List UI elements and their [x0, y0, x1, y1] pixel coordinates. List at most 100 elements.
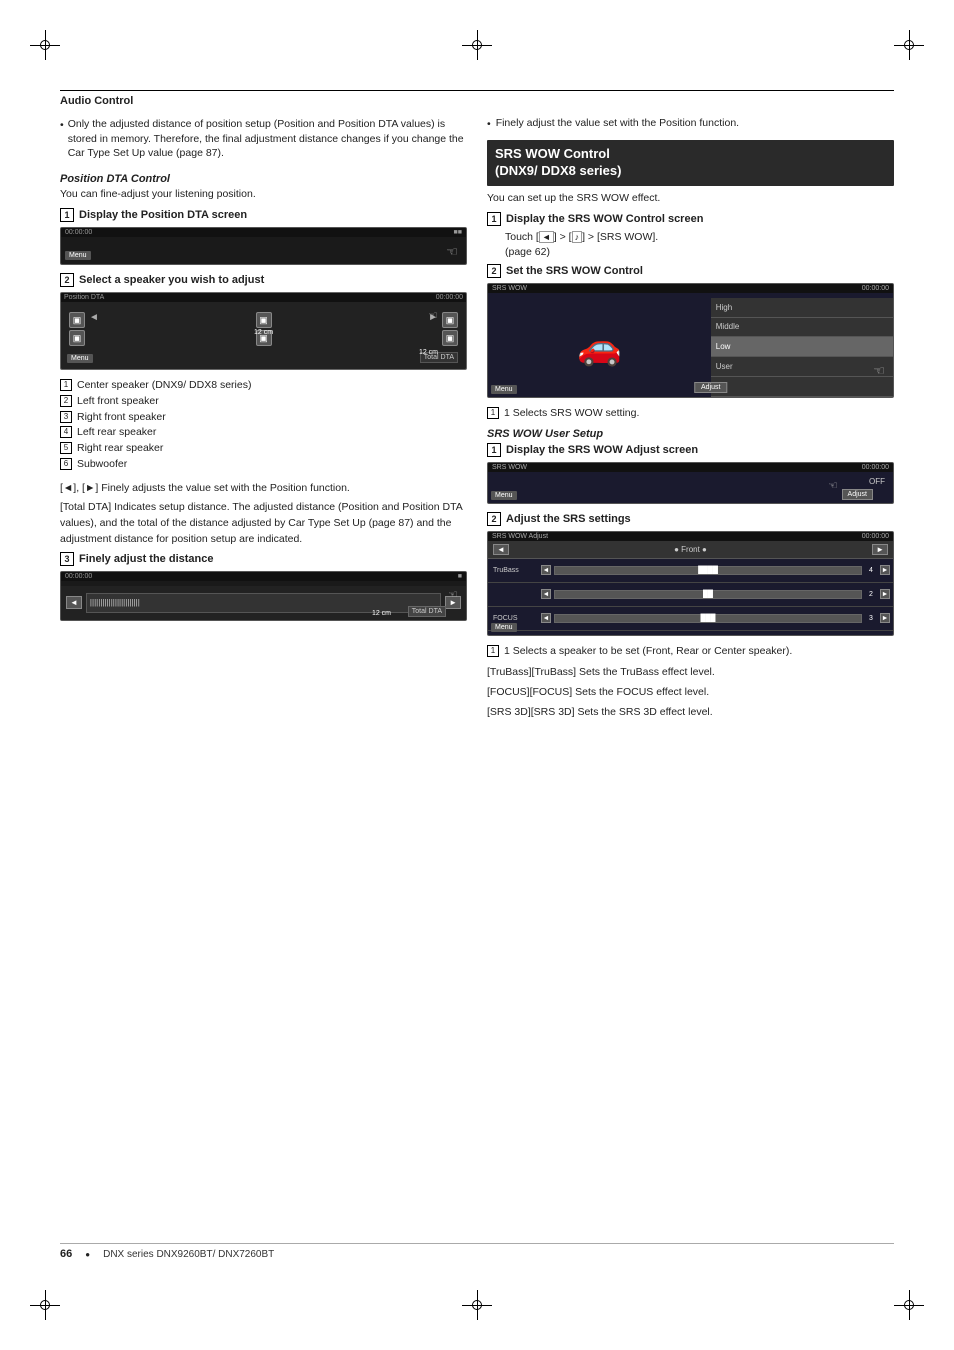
srs-ustep1-heading: 1 Display the SRS WOW Adjust screen [487, 443, 894, 457]
srs-step2-label: Set the SRS WOW Control [506, 265, 643, 277]
screen-pos-dta-2: Position DTA 00:00:00 ▣ ▣ ▣ ▣ ▣ ▣ ◄ [60, 292, 467, 370]
adjust-btn[interactable]: Adjust [694, 382, 727, 393]
footer-bullet: ● [85, 1250, 90, 1259]
srs3d-desc: [SRS 3D][SRS 3D] Sets the SRS 3D effect … [487, 705, 894, 721]
item-num-4: 4 [60, 426, 72, 438]
page-content: Audio Control • Only the adjusted distan… [60, 90, 894, 1260]
section-title: Audio Control [60, 95, 133, 107]
speaker-center: ▣ [256, 312, 272, 328]
page-number: 66 [60, 1248, 72, 1260]
focus-label: FOCUS [488, 615, 538, 622]
srs-adjust-header: SRS WOW 00:00:00 [488, 463, 893, 472]
srs-screen-header: SRS WOW 00:00:00 [488, 284, 893, 293]
dist1: 12 cm [254, 329, 273, 336]
reg-mark-br [894, 1290, 924, 1320]
trubass-next2[interactable]: ► [880, 589, 890, 599]
spk-next-btn[interactable]: ► [872, 544, 888, 555]
left-column: • Only the adjusted distance of position… [60, 117, 467, 725]
screen-distance: 00:00:00 ■ ◄ |||||||||||||||||||||||| ► … [60, 571, 467, 621]
srs-desc: You can set up the SRS WOW effect. [487, 192, 894, 204]
srs3d-row: SRS 3D ◄ ██ 2 ► [488, 631, 893, 636]
position-dta-title: Position DTA Control [60, 173, 467, 185]
speaker-rr: ▣ [442, 330, 458, 346]
srs-title-line1: SRS WOW Control [495, 146, 610, 161]
touch-icon-2: ☜ [428, 309, 438, 322]
trubass-prev2[interactable]: ◄ [541, 589, 551, 599]
section-header: Audio Control [60, 90, 894, 107]
srs-note1: 1 1 Selects SRS WOW setting. [487, 406, 894, 422]
srs-user-setup-title: SRS WOW User Setup [487, 428, 894, 440]
srs-option-high[interactable]: High [711, 298, 893, 318]
settings-menu-btn[interactable]: Menu [491, 623, 517, 632]
trubass-row: TruBass ◄ ████ 4 ► [488, 559, 893, 583]
srs-option-middle[interactable]: Middle [711, 318, 893, 338]
screen2-title: Position DTA [64, 294, 104, 301]
step1-heading: 1 Display the Position DTA screen [60, 208, 467, 222]
trubass-prev[interactable]: ◄ [541, 565, 551, 575]
settings-note1-num: 1 [487, 645, 499, 657]
srs-adjust-screen: SRS WOW 00:00:00 OFF Adjust ☜ Menu [487, 462, 894, 504]
btn-prev[interactable]: ◄ [66, 596, 82, 609]
srs-option-user[interactable]: User [711, 357, 893, 377]
adj-touch-icon: ☜ [828, 479, 838, 492]
touch-instr: Touch [◄] > [♪] > [SRS WOW]. [505, 231, 894, 243]
srs-option-low[interactable]: Low [711, 337, 893, 357]
position-note: • Only the adjusted distance of position… [60, 117, 467, 161]
srs-ustep2-num: 2 [487, 512, 501, 526]
adj-screen-title: SRS WOW [492, 464, 527, 471]
srs-step1-heading: 1 Display the SRS WOW Control screen [487, 212, 894, 226]
reg-mark-bc [462, 1290, 492, 1320]
focus-next[interactable]: ► [880, 613, 890, 623]
step3-num: 3 [60, 552, 74, 566]
item-num-2: 2 [60, 395, 72, 407]
settings-note1-text: 1 Selects a speaker to be set (Front, Re… [504, 644, 792, 660]
srs-touch-icon: ☜ [873, 363, 885, 379]
step3-label: Finely adjust the distance [79, 553, 213, 565]
srs-ustep2-heading: 2 Adjust the SRS settings [487, 512, 894, 526]
nav-left-1: ◄ [89, 312, 99, 323]
spk-prev-btn[interactable]: ◄ [493, 544, 509, 555]
speaker-lr: ▣ [69, 330, 85, 346]
reg-mark-tr [894, 30, 924, 60]
item-num-3: 3 [60, 411, 72, 423]
reg-mark-bl [30, 1290, 60, 1320]
screen-pos-dta-1: 00:00:00 ■■ Menu ☜ [60, 227, 467, 265]
adj-btn-bottom[interactable]: Adjust [842, 489, 873, 500]
adj-menu-btn[interactable]: Menu [491, 491, 517, 500]
item-label-2: Left front speaker [77, 394, 159, 410]
spk-label: ● Front ● [513, 545, 868, 554]
srs-title-line2: (DNX9/ DDX8 series) [495, 163, 621, 178]
settings-title: SRS WOW Adjust [492, 533, 548, 540]
note1-num: 1 [487, 407, 499, 419]
reg-mark-tc [462, 30, 492, 60]
srs-screen-title: SRS WOW [492, 285, 527, 292]
note-text: Only the adjusted distance of position s… [68, 117, 467, 161]
item-label-4: Left rear speaker [77, 425, 156, 441]
two-col-layout: • Only the adjusted distance of position… [60, 117, 894, 725]
trubass-bar: ████ [554, 566, 862, 575]
srs-menu-btn[interactable]: Menu [491, 385, 517, 394]
srs-option-off[interactable]: Off [711, 377, 893, 397]
srs-wow-screen: SRS WOW 00:00:00 🚗 High Middle Low [487, 283, 894, 398]
step2-heading: 2 Select a speaker you wish to adjust [60, 273, 467, 287]
settings-speaker-row: ◄ ● Front ● ► [488, 541, 893, 559]
right-bullet: • [487, 118, 491, 130]
focus-prev[interactable]: ◄ [541, 613, 551, 623]
trubass-row2: ◄ ██ 2 ► [488, 583, 893, 607]
srs-step2-heading: 2 Set the SRS WOW Control [487, 264, 894, 278]
focus-desc: [FOCUS][FOCUS] Sets the FOCUS effect lev… [487, 685, 894, 701]
adj-screen-time: 00:00:00 [862, 464, 889, 471]
list-item: 5Right rear speaker [60, 441, 467, 457]
trubass-next[interactable]: ► [880, 565, 890, 575]
item-label-1: Center speaker (DNX9/ DDX8 series) [77, 378, 251, 394]
item-label-3: Right front speaker [77, 410, 166, 426]
menu-btn-1[interactable]: Menu [65, 251, 91, 260]
srs-title: SRS WOW Control (DNX9/ DDX8 series) [495, 146, 886, 180]
screen1-status: ■■ [454, 229, 462, 236]
srs-ustep1-num: 1 [487, 443, 501, 457]
trubass-controls: ◄ ████ 4 ► [538, 565, 893, 575]
step1-num: 1 [60, 208, 74, 222]
srs-car-area: 🚗 [488, 298, 711, 397]
menu-btn-2[interactable]: Menu [67, 354, 93, 363]
trubass-desc: [TruBass][TruBass] Sets the TruBass effe… [487, 665, 894, 681]
